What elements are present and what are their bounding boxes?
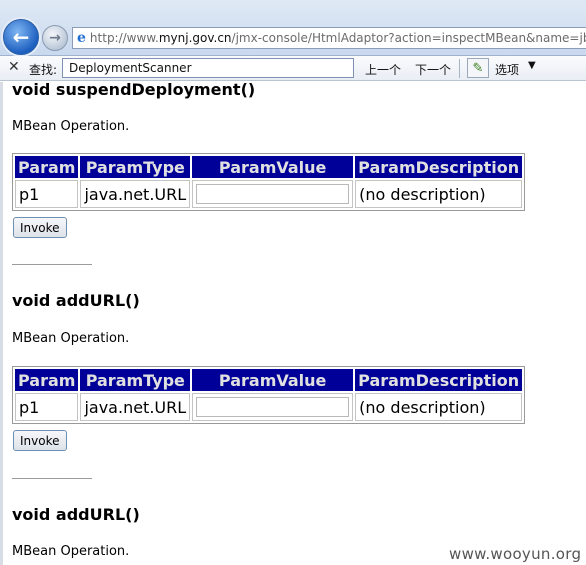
operation-description: MBean Operation.	[12, 331, 130, 346]
param-name: p1	[15, 180, 79, 208]
params-table: Param ParamType ParamValue ParamDescript…	[12, 366, 526, 424]
find-previous-button[interactable]: 上一个	[365, 61, 401, 78]
param-value-cell	[192, 393, 354, 421]
column-header: ParamValue	[192, 369, 354, 391]
column-header: Param	[15, 156, 79, 178]
browser-toolbar: ← → e http://www. mynj.gov.cn/jmx-console…	[0, 0, 586, 56]
find-input[interactable]	[62, 58, 354, 78]
column-header: ParamDescription	[355, 156, 523, 178]
forward-arrow-icon: →	[49, 30, 61, 46]
chevron-down-icon[interactable]: ▼	[528, 60, 536, 71]
column-header: Param	[15, 369, 79, 391]
find-options-button[interactable]: 选项	[495, 61, 519, 78]
operation-description: MBean Operation.	[12, 544, 130, 559]
column-header: ParamValue	[192, 156, 354, 178]
column-header: ParamType	[80, 369, 191, 391]
param-value-input[interactable]	[196, 184, 350, 205]
url-prefix: http://www.	[89, 31, 159, 45]
invoke-button[interactable]: Invoke	[13, 430, 67, 451]
param-name: p1	[15, 393, 79, 421]
operation-title: void addURL()	[12, 291, 140, 310]
highlight-pen-icon[interactable]: ✎	[467, 58, 489, 78]
params-table: Param ParamType ParamValue ParamDescript…	[12, 153, 526, 211]
section-divider	[12, 264, 92, 265]
operation-description: MBean Operation.	[12, 119, 130, 134]
find-label: 查找:	[29, 63, 58, 77]
operation-title: void suspendDeployment()	[12, 82, 256, 99]
page-content: void suspendDeployment() MBean Operation…	[0, 82, 586, 565]
forward-button[interactable]: →	[42, 25, 68, 51]
param-type: java.net.URL	[80, 180, 191, 208]
table-header-row: Param ParamType ParamValue ParamDescript…	[15, 369, 523, 391]
param-type: java.net.URL	[80, 393, 191, 421]
back-button[interactable]: ←	[3, 19, 39, 55]
url-path: /jmx-console/HtmlAdaptor?action=inspectM…	[231, 31, 586, 45]
param-value-cell	[192, 180, 354, 208]
table-header-row: Param ParamType ParamValue ParamDescript…	[15, 156, 523, 178]
watermark-text: www.wooyun.org	[449, 545, 582, 563]
table-row: p1 java.net.URL (no description)	[15, 180, 523, 208]
table-row: p1 java.net.URL (no description)	[15, 393, 523, 421]
address-bar[interactable]: e http://www. mynj.gov.cn/jmx-console/Htm…	[72, 27, 586, 49]
param-description: (no description)	[355, 393, 523, 421]
back-arrow-icon: ←	[12, 25, 30, 49]
page-border	[0, 82, 3, 565]
operation-title: void addURL()	[12, 505, 140, 524]
column-header: ParamDescription	[355, 369, 523, 391]
param-value-input[interactable]	[196, 397, 350, 418]
find-next-button[interactable]: 下一个	[415, 61, 451, 78]
ie-page-icon: e	[77, 30, 86, 46]
url-domain: mynj.gov.cn	[158, 31, 232, 45]
param-description: (no description)	[355, 180, 523, 208]
toolbar-divider	[459, 59, 460, 78]
close-icon[interactable]: ✕	[8, 59, 20, 75]
invoke-button[interactable]: Invoke	[13, 217, 67, 238]
find-bar: ✕ 查找: 上一个 下一个 ✎ 选项 ▼	[0, 56, 586, 81]
column-header: ParamType	[80, 156, 191, 178]
section-divider	[12, 478, 92, 479]
